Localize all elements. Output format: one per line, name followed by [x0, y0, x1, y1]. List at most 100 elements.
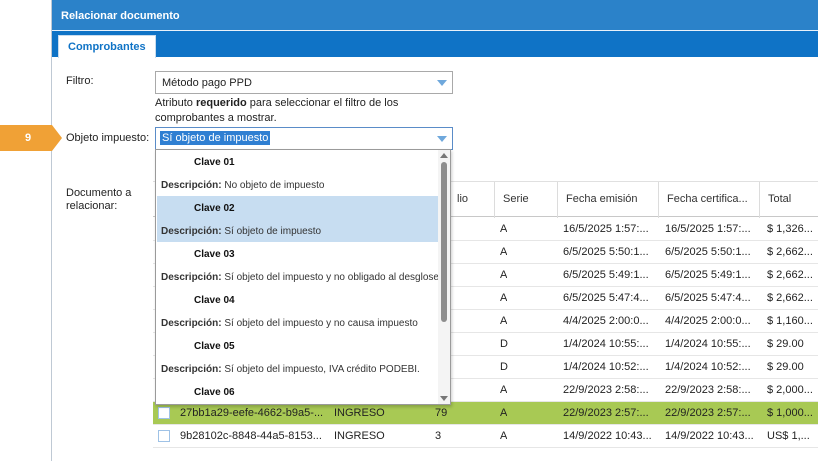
scroll-thumb[interactable]: [441, 162, 447, 322]
cell-serie: A: [500, 315, 508, 327]
option-clave: Clave 01: [194, 157, 235, 168]
cell-fecha-emision: 1/4/2024 10:52:...: [563, 361, 649, 373]
col-fecha-emision-header[interactable]: Fecha emisión: [557, 182, 658, 218]
cell-fecha-certificacion: 14/9/2022 10:43...: [665, 430, 754, 442]
objeto-impuesto-dropdown: Clave 01 Descripción: No objeto de impues…: [155, 149, 451, 405]
option-description-label: Descripción:: [161, 272, 222, 283]
col-folio-header[interactable]: lio: [449, 182, 494, 218]
objeto-impuesto-label: Objeto impuesto:: [66, 132, 150, 144]
cell-tipo: INGRESO: [334, 430, 385, 442]
option-description-label: Descripción:: [161, 364, 222, 375]
cell-total: $ 2,000...: [767, 384, 813, 396]
option-clave-value: 06: [223, 387, 235, 398]
option-description-label: Descripción:: [161, 180, 222, 191]
cell-total: US$ 1,...: [767, 430, 810, 442]
cell-fecha-certificacion: 1/4/2024 10:52:...: [665, 361, 751, 373]
cell-tipo: INGRESO: [334, 407, 385, 419]
cell-total: $ 2,662...: [767, 246, 813, 258]
cell-fecha-certificacion: 22/9/2023 2:58:...: [665, 384, 751, 396]
cell-serie: A: [500, 384, 508, 396]
col-serie-header[interactable]: Serie: [494, 182, 557, 218]
option-clave: Clave 06: [194, 387, 235, 398]
cell-folio: 79: [435, 407, 448, 419]
filtro-value: Método pago PPD: [162, 77, 252, 89]
objeto-impuesto-value: Sí objeto de impuesto: [160, 131, 271, 145]
cell-fecha-certificacion: 1/4/2024 10:55:...: [665, 338, 751, 350]
col-fecha-certificacion-header[interactable]: Fecha certifica...: [658, 182, 759, 218]
cell-fecha-certificacion: 22/9/2023 2:57:...: [665, 407, 751, 419]
dropdown-option-01[interactable]: Clave 01 Descripción: No objeto de impues…: [157, 150, 440, 196]
dropdown-option-06[interactable]: Clave 06: [157, 380, 440, 404]
row-checkbox[interactable]: [158, 407, 170, 419]
objeto-impuesto-select[interactable]: Sí objeto de impuesto: [155, 127, 453, 150]
cell-total: $ 2,662...: [767, 269, 813, 281]
cell-serie: A: [500, 223, 508, 235]
scroll-up-icon[interactable]: [440, 153, 448, 158]
tab-comprobantes[interactable]: Comprobantes: [58, 35, 156, 58]
option-clave-value: 02: [223, 203, 235, 214]
cell-serie: A: [500, 407, 508, 419]
cell-total: $ 29.00: [767, 338, 804, 350]
cell-total: $ 2,662...: [767, 292, 813, 304]
cell-serie: A: [500, 292, 508, 304]
option-clave-label: Clave: [194, 157, 221, 168]
cell-uuid: 27bb1a29-eefe-4662-b9a5-...: [180, 407, 324, 419]
option-description: Descripción: Sí objeto del impuesto y no…: [161, 272, 439, 283]
cell-serie: A: [500, 269, 508, 281]
option-clave-value: 01: [223, 157, 235, 168]
filtro-select[interactable]: Método pago PPD: [155, 71, 453, 94]
option-clave-value: 03: [223, 249, 235, 260]
option-description-label: Descripción:: [161, 318, 222, 329]
table-row[interactable]: 27bb1a29-eefe-4662-b9a5-... INGRESO 79 A 22/…: [153, 402, 818, 425]
cell-fecha-emision: 14/9/2022 10:43...: [563, 430, 652, 442]
step-badge: 9: [0, 125, 62, 151]
row-checkbox[interactable]: [158, 430, 170, 442]
dropdown-scrollbar[interactable]: [438, 150, 450, 404]
option-clave-label: Clave: [194, 387, 221, 398]
cell-fecha-certificacion: 4/4/2025 2:00:0...: [665, 315, 751, 327]
cell-serie: A: [500, 430, 508, 442]
dropdown-option-02[interactable]: Clave 02 Descripción: Sí objeto de impues…: [157, 196, 440, 242]
option-clave-value: 04: [223, 295, 235, 306]
cell-fecha-emision: 16/5/2025 1:57:...: [563, 223, 649, 235]
cell-fecha-emision: 22/9/2023 2:57:...: [563, 407, 649, 419]
option-description-value: Sí objeto del impuesto y no causa impues…: [224, 318, 418, 329]
chevron-down-icon[interactable]: [437, 80, 447, 86]
dropdown-option-04[interactable]: Clave 04 Descripción: Sí objeto del impue…: [157, 288, 440, 334]
col-total-header[interactable]: Total: [759, 182, 818, 218]
cell-fecha-emision: 1/4/2024 10:55:...: [563, 338, 649, 350]
cell-fecha-emision: 6/5/2025 5:50:1...: [563, 246, 649, 258]
cell-fecha-emision: 6/5/2025 5:49:1...: [563, 269, 649, 281]
filtro-hint: Atributo requerido para seleccionar el f…: [155, 96, 455, 126]
chevron-down-icon[interactable]: [437, 136, 447, 142]
option-clave: Clave 03: [194, 249, 235, 260]
cell-total: $ 1,160...: [767, 315, 813, 327]
option-clave-value: 05: [223, 341, 235, 352]
scroll-down-icon[interactable]: [440, 396, 448, 401]
table-row[interactable]: 9b28102c-8848-44a5-8153... INGRESO 3 A 14/9/…: [153, 425, 818, 448]
option-clave-label: Clave: [194, 203, 221, 214]
option-description-value: No objeto de impuesto: [224, 180, 325, 191]
option-description: Descripción: Sí objeto de impuesto: [161, 226, 321, 237]
cell-fecha-emision: 22/9/2023 2:58:...: [563, 384, 649, 396]
option-clave: Clave 02: [194, 203, 235, 214]
cell-total: $ 1,000...: [767, 407, 813, 419]
cell-folio: 3: [435, 430, 442, 442]
dialog-title: Relacionar documento: [52, 0, 818, 30]
hint-text-bold: requerido: [195, 97, 247, 109]
cell-fecha-certificacion: 16/5/2025 1:57:...: [665, 223, 751, 235]
cell-fecha-certificacion: 6/5/2025 5:47:4...: [665, 292, 751, 304]
hint-text-pre: Atributo: [155, 97, 196, 109]
option-clave-label: Clave: [194, 295, 221, 306]
dropdown-option-05[interactable]: Clave 05 Descripción: Sí objeto del impue…: [157, 334, 440, 380]
cell-fecha-emision: 6/5/2025 5:47:4...: [563, 292, 649, 304]
dropdown-option-03[interactable]: Clave 03 Descripción: Sí objeto del impue…: [157, 242, 440, 288]
cell-serie: D: [500, 361, 508, 373]
filtro-label: Filtro:: [66, 75, 94, 87]
option-description: Descripción: Sí objeto del impuesto, IVA…: [161, 364, 420, 375]
option-description-value: Sí objeto del impuesto, IVA crédito PODE…: [224, 364, 420, 375]
option-description-value: Sí objeto del impuesto y no obligado al …: [224, 272, 439, 283]
tab-strip: Comprobantes: [52, 30, 818, 58]
step-number: 9: [24, 132, 32, 144]
cell-serie: D: [500, 338, 508, 350]
